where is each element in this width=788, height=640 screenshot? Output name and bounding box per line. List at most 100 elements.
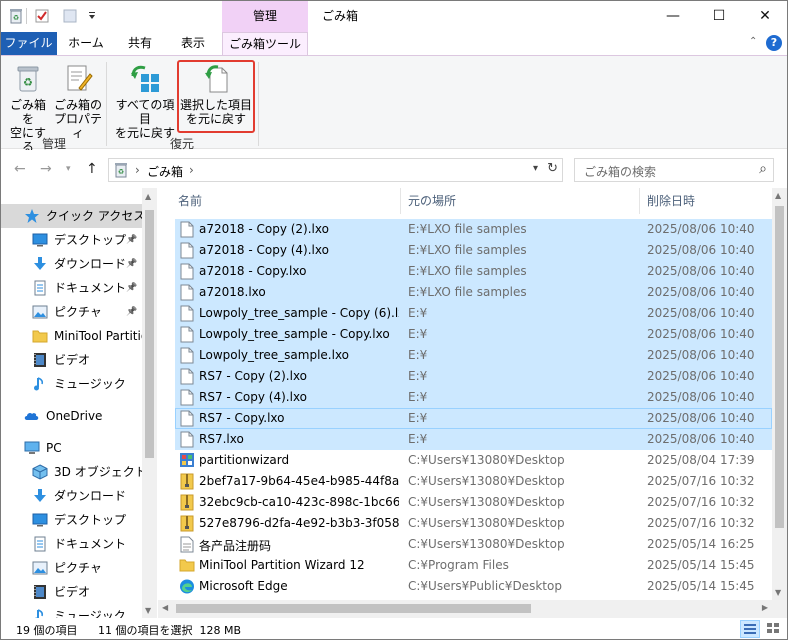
file-row[interactable]: a72018 - Copy (4).lxo E:¥LXO file samples… xyxy=(175,240,772,261)
file-row[interactable]: 527e8796-d2fa-4e92-b3b3-3f0581a... C:¥Use… xyxy=(175,513,772,534)
large-icons-view-button[interactable] xyxy=(764,620,784,638)
file-row[interactable]: RS7 - Copy (2).lxo E:¥ 2025/08/06 10:40 xyxy=(175,366,772,387)
nav-item[interactable]: 3D オブジェクト xyxy=(0,460,147,484)
back-arrow-icon[interactable]: ← xyxy=(14,161,26,177)
help-icon[interactable]: ? xyxy=(766,35,782,51)
file-original-location: E:¥ xyxy=(408,369,428,383)
tab-share[interactable]: 共有 xyxy=(115,32,165,55)
scroll-up-arrow-icon[interactable]: ▲ xyxy=(145,192,151,201)
file-icon xyxy=(179,389,195,406)
file-date-deleted: 2025/08/06 10:40 xyxy=(647,432,755,446)
file-row[interactable]: Lowpoly_tree_sample - Copy (6).lxo E:¥ 202… xyxy=(175,303,772,324)
file-original-location: E:¥LXO file samples xyxy=(408,285,527,299)
status-bar: 19 個の項目 11 個の項目を選択 128 MB xyxy=(0,618,788,640)
scrollbar-thumb[interactable] xyxy=(775,206,784,528)
forward-arrow-icon[interactable]: → xyxy=(40,161,52,177)
file-row[interactable]: 2bef7a17-9b64-45e4-b985-44f8a20... C:¥Use… xyxy=(175,471,772,492)
file-row[interactable]: 各产品注册码 C:¥Users¥13080¥Desktop 2025/05/14 1… xyxy=(175,534,772,555)
tab-file[interactable]: ファイル xyxy=(0,32,57,55)
file-row[interactable]: RS7 - Copy.lxo E:¥ 2025/08/06 10:40 xyxy=(175,408,772,429)
close-button[interactable]: ✕ xyxy=(742,0,788,32)
file-name: 32ebc9cb-ca10-423c-898c-1bc6639... xyxy=(199,495,399,509)
nav-item-label: ビデオ xyxy=(54,585,91,599)
nav-pane-scrollbar[interactable]: ▲ ▼ xyxy=(142,188,157,618)
restore-all-button[interactable]: すべての項目 を元に戻す xyxy=(112,62,178,140)
nav-item[interactable]: MiniTool Partition xyxy=(0,324,156,348)
recycle-bin-icon[interactable]: ♻ xyxy=(8,8,24,24)
file-row[interactable]: Microsoft Edge C:¥Users¥Public¥Desktop 202… xyxy=(175,576,772,597)
file-row[interactable]: a72018 - Copy (2).lxo E:¥LXO file samples… xyxy=(175,219,772,240)
column-header-original-location[interactable]: 元の場所 xyxy=(408,188,640,214)
nav-item[interactable]: ダウンロード 📌 xyxy=(0,252,142,276)
scroll-up-arrow-icon[interactable]: ▲ xyxy=(775,191,781,200)
nav-item[interactable]: ピクチャ 📌 xyxy=(0,300,142,324)
details-view-button[interactable] xyxy=(740,620,760,638)
column-separator[interactable] xyxy=(639,188,640,214)
scrollbar-thumb[interactable] xyxy=(145,210,154,458)
file-row[interactable]: Lowpoly_tree_sample - Copy.lxo E:¥ 2025/08… xyxy=(175,324,772,345)
file-row[interactable]: a72018.lxo E:¥LXO file samples 2025/08/06 … xyxy=(175,282,772,303)
search-input[interactable]: ごみ箱の検索 ⌕ xyxy=(574,158,774,182)
tab-view[interactable]: 表示 xyxy=(168,32,218,55)
file-icon xyxy=(179,284,195,301)
tab-home[interactable]: ホーム xyxy=(60,32,112,55)
file-row[interactable]: Lowpoly_tree_sample.lxo E:¥ 2025/08/06 10:… xyxy=(175,345,772,366)
scroll-left-arrow-icon[interactable]: ◀ xyxy=(162,603,168,612)
file-original-location: C:¥Users¥13080¥Desktop xyxy=(408,537,565,551)
file-list-scrollbar[interactable]: ▲ ▼ xyxy=(772,188,787,600)
nav-item[interactable]: PC xyxy=(0,436,142,460)
column-header-date-deleted[interactable]: 削除日時 xyxy=(647,188,767,214)
nav-item[interactable]: ドキュメント xyxy=(0,532,142,556)
maximize-button[interactable]: ☐ xyxy=(696,0,742,32)
nav-item[interactable]: ビデオ xyxy=(0,348,142,372)
breadcrumb-recycle-bin[interactable]: ごみ箱 xyxy=(147,163,183,180)
new-folder-icon[interactable] xyxy=(62,8,78,24)
file-row[interactable]: a72018 - Copy.lxo E:¥LXO file samples 2025… xyxy=(175,261,772,282)
pc-icon xyxy=(24,440,40,456)
nav-item-label: ダウンロード xyxy=(54,489,127,503)
breadcrumb-chevron-icon[interactable]: › xyxy=(135,163,140,177)
file-row[interactable]: RS7 - Copy (4).lxo E:¥ 2025/08/06 10:40 xyxy=(175,387,772,408)
ribbon-collapse-chevron-icon[interactable]: ⌃ xyxy=(749,36,757,47)
ribbon: ♻ ごみ箱を 空にする ごみ箱の プロパティ 管理 すべての項目 を元に戻す 選… xyxy=(0,55,788,154)
file-date-deleted: 2025/05/14 15:45 xyxy=(647,579,755,593)
nav-item[interactable]: ミュージック xyxy=(0,604,142,618)
nav-item[interactable]: ドキュメント 📌 xyxy=(0,276,142,300)
column-header-name[interactable]: 名前 xyxy=(178,188,400,214)
minimize-button[interactable]: — xyxy=(650,0,696,32)
file-name: MiniTool Partition Wizard 12 xyxy=(199,558,365,572)
scroll-down-arrow-icon[interactable]: ▼ xyxy=(145,606,151,615)
scroll-down-arrow-icon[interactable]: ▼ xyxy=(775,588,781,597)
customize-qat-chevron-icon[interactable] xyxy=(84,8,100,24)
refresh-icon[interactable]: ↻ xyxy=(547,161,558,176)
pin-icon: 📌 xyxy=(126,259,138,269)
nav-item[interactable]: デスクトップ xyxy=(0,508,142,532)
file-row[interactable]: partitionwizard C:¥Users¥13080¥Desktop 202… xyxy=(175,450,772,471)
nav-item[interactable]: デスクトップ 📌 xyxy=(0,228,142,252)
up-arrow-icon[interactable]: ↑ xyxy=(86,161,98,177)
nav-item[interactable]: ビデオ xyxy=(0,580,142,604)
nav-item[interactable]: ダウンロード xyxy=(0,484,142,508)
file-row[interactable]: MiniTool Partition Wizard 12 C:¥Program F… xyxy=(175,555,772,576)
horizontal-scrollbar[interactable]: ◀ ▶ xyxy=(158,600,772,618)
nav-item[interactable]: ピクチャ xyxy=(0,556,142,580)
scrollbar-thumb[interactable] xyxy=(176,604,531,613)
properties-check-icon[interactable] xyxy=(34,8,50,24)
address-bar[interactable]: ♻ › ごみ箱 › ▾ ↻ xyxy=(108,158,563,182)
address-dropdown-chevron-icon[interactable]: ▾ xyxy=(533,163,538,174)
tab-recycle-bin-tools[interactable]: ごみ箱ツール xyxy=(222,32,308,55)
nav-item[interactable]: ミュージック xyxy=(0,372,142,396)
scroll-right-arrow-icon[interactable]: ▶ xyxy=(762,603,768,612)
recent-locations-chevron-icon[interactable]: ▾ xyxy=(66,164,71,174)
pin-icon: 📌 xyxy=(126,307,138,317)
breadcrumb-chevron-icon[interactable]: › xyxy=(189,163,194,177)
nav-item[interactable]: クイック アクセス xyxy=(0,204,145,228)
file-name: Microsoft Edge xyxy=(199,579,288,593)
app-icon xyxy=(179,452,195,469)
file-name: RS7 - Copy (4).lxo xyxy=(199,390,308,404)
nav-item[interactable]: OneDrive xyxy=(0,404,142,428)
file-row[interactable]: RS7.lxo E:¥ 2025/08/06 10:40 xyxy=(175,429,772,450)
file-row[interactable]: 32ebc9cb-ca10-423c-898c-1bc6639... C:¥Use… xyxy=(175,492,772,513)
column-separator[interactable] xyxy=(400,188,401,214)
recycle-bin-properties-button[interactable]: ごみ箱の プロパティ xyxy=(53,62,103,140)
